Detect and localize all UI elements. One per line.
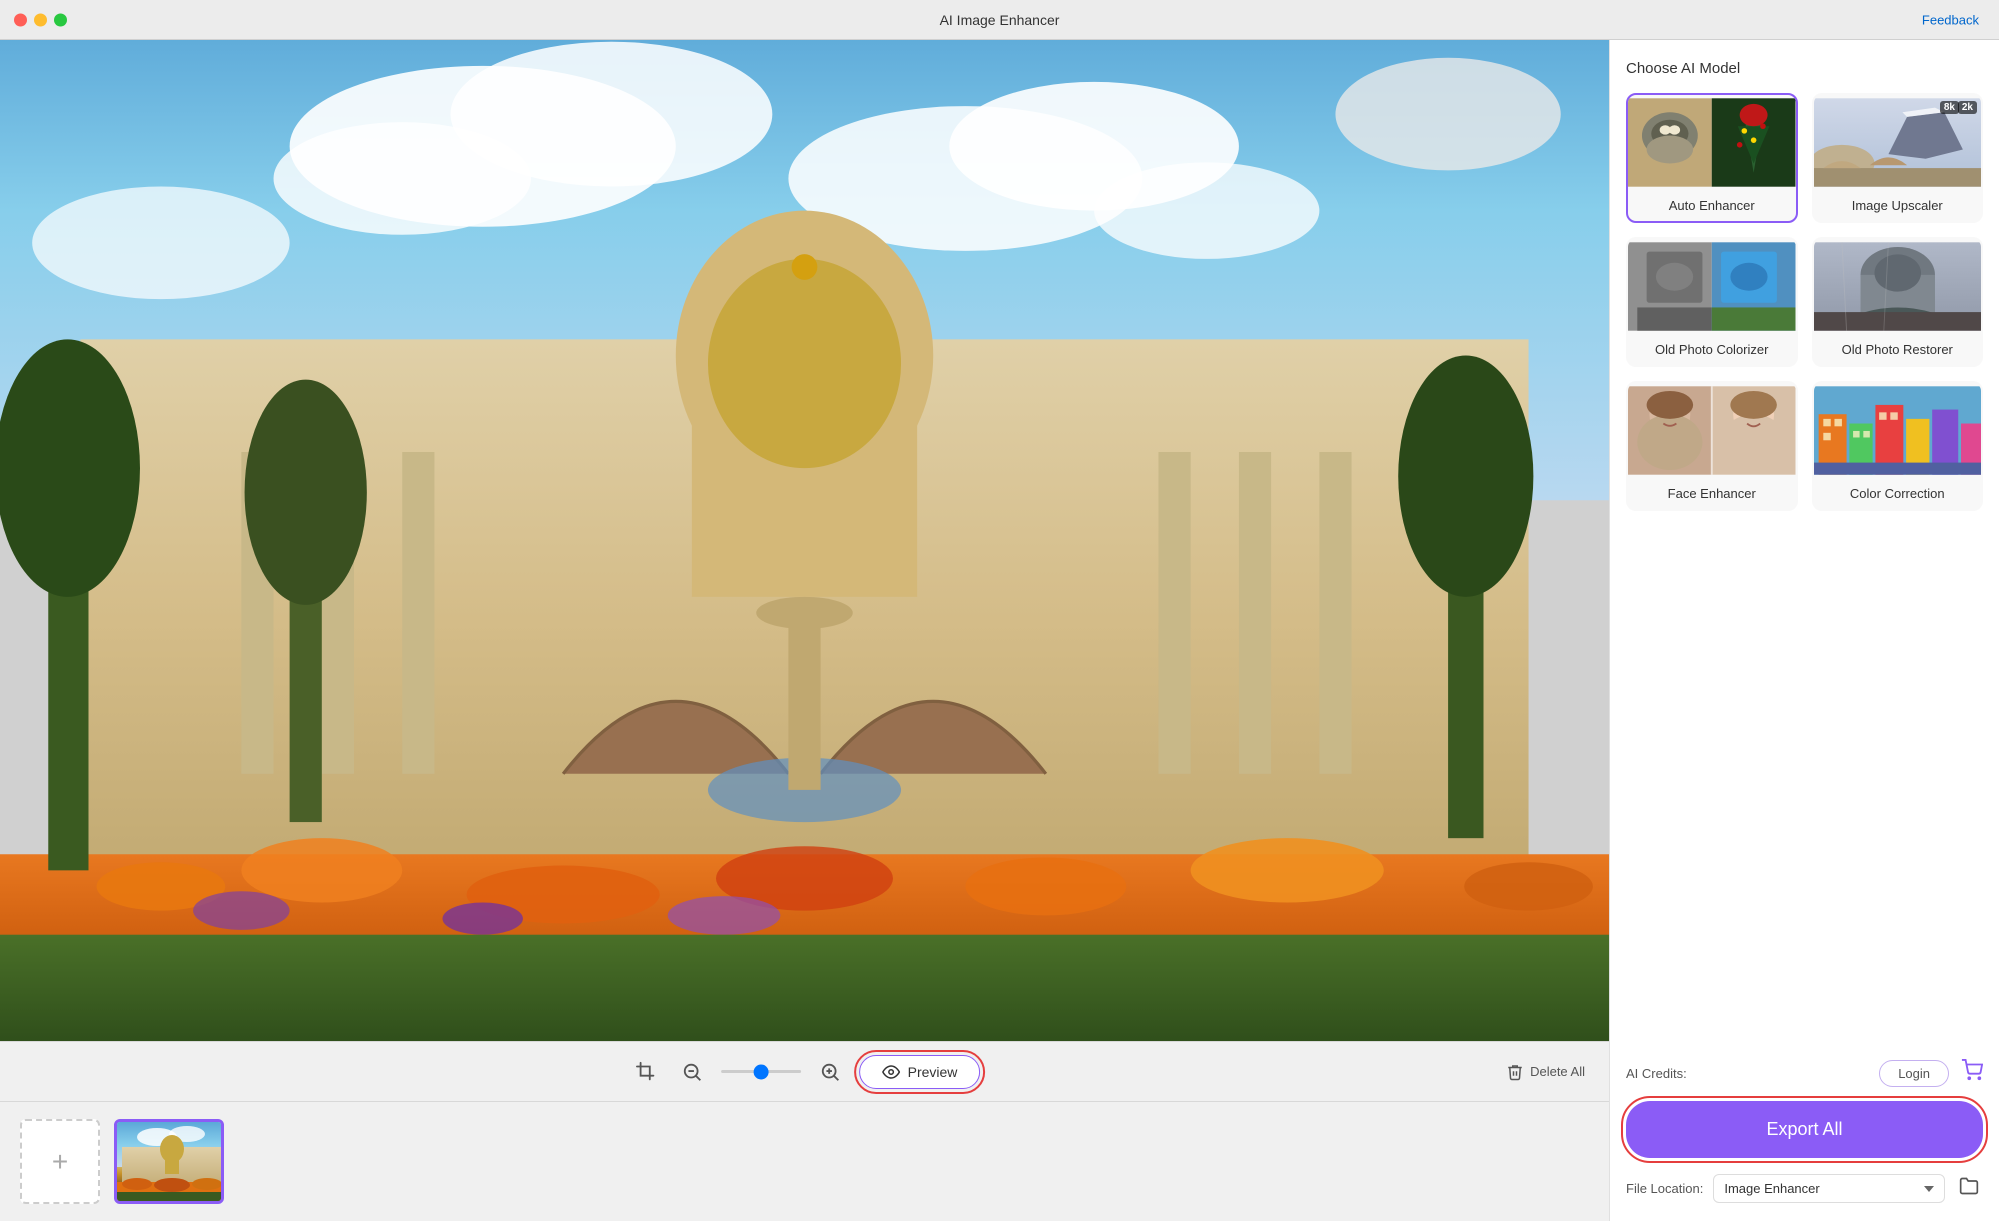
model-thumb-auto-enhancer	[1628, 95, 1796, 190]
zoom-slider[interactable]	[721, 1070, 801, 1073]
badge-2k: 2k	[1958, 101, 1977, 114]
zoom-out-button[interactable]	[675, 1055, 709, 1089]
face-enhancer-thumb-image	[1628, 383, 1796, 478]
cart-icon[interactable]	[1961, 1059, 1983, 1087]
model-card-auto-enhancer[interactable]: Auto Enhancer	[1626, 93, 1798, 223]
crop-icon	[635, 1061, 657, 1083]
model-card-color-correction[interactable]: Color Correction	[1812, 381, 1984, 511]
export-all-button[interactable]: Export All	[1626, 1101, 1983, 1158]
eye-icon	[882, 1063, 900, 1081]
toolbar: Preview Delete All	[0, 1041, 1609, 1101]
cart-svg	[1961, 1059, 1983, 1081]
colorizer-thumb-image	[1628, 239, 1796, 334]
traffic-lights	[14, 13, 67, 26]
file-location-select[interactable]: Image Enhancer Desktop Downloads Custom.…	[1713, 1174, 1945, 1203]
model-thumb-face-enhancer	[1628, 383, 1796, 478]
model-thumb-old-photo-restorer	[1814, 239, 1982, 334]
credits-label: AI Credits:	[1626, 1066, 1687, 1081]
restorer-thumb-image	[1814, 239, 1982, 334]
filmstrip: +	[0, 1101, 1609, 1221]
delete-label: Delete All	[1530, 1064, 1585, 1079]
model-thumb-old-photo-colorizer	[1628, 239, 1796, 334]
thumbnail-svg	[117, 1122, 224, 1204]
model-card-face-enhancer[interactable]: Face Enhancer	[1626, 381, 1798, 511]
model-label-auto-enhancer: Auto Enhancer	[1628, 190, 1796, 221]
add-image-button[interactable]: +	[20, 1119, 100, 1204]
title-bar: AI Image Enhancer Feedback	[0, 0, 1999, 40]
feedback-link[interactable]: Feedback	[1922, 12, 1979, 27]
model-card-old-photo-restorer[interactable]: Old Photo Restorer	[1812, 237, 1984, 367]
trash-icon	[1506, 1063, 1524, 1081]
main-layout: Preview Delete All +	[0, 40, 1999, 1221]
preview-button[interactable]: Preview	[859, 1055, 981, 1089]
login-button[interactable]: Login	[1879, 1060, 1949, 1087]
folder-icon	[1959, 1176, 1979, 1196]
canvas-area: Preview Delete All +	[0, 40, 1609, 1221]
zoom-out-icon	[681, 1061, 703, 1083]
thumbnail-image	[117, 1122, 221, 1201]
choose-model-title: Choose AI Model	[1626, 60, 1983, 77]
model-label-color-correction: Color Correction	[1814, 478, 1982, 509]
zoom-in-icon	[819, 1061, 841, 1083]
model-card-image-upscaler[interactable]: 8k 2k Image Upscaler	[1812, 93, 1984, 223]
preview-label: Preview	[908, 1064, 958, 1080]
add-icon: +	[52, 1146, 68, 1178]
browse-folder-button[interactable]	[1955, 1172, 1983, 1205]
color-correction-thumb-image	[1814, 383, 1982, 478]
close-button[interactable]	[14, 13, 27, 26]
crop-tool-button[interactable]	[629, 1055, 663, 1089]
maximize-button[interactable]	[54, 13, 67, 26]
image-canvas	[0, 40, 1609, 1041]
credits-row: AI Credits: Login	[1626, 1059, 1983, 1087]
model-label-face-enhancer: Face Enhancer	[1628, 478, 1796, 509]
main-image	[0, 40, 1609, 1041]
model-card-old-photo-colorizer[interactable]: Old Photo Colorizer	[1626, 237, 1798, 367]
spacer	[1626, 531, 1983, 1059]
app-title: AI Image Enhancer	[940, 12, 1060, 28]
model-thumb-color-correction	[1814, 383, 1982, 478]
filmstrip-thumbnail[interactable]	[114, 1119, 224, 1204]
file-location-row: File Location: Image Enhancer Desktop Do…	[1626, 1172, 1983, 1205]
toolbar-center: Preview	[629, 1055, 981, 1089]
badge-8k: 8k	[1940, 101, 1959, 114]
minimize-button[interactable]	[34, 13, 47, 26]
model-label-image-upscaler: Image Upscaler	[1814, 190, 1982, 221]
model-label-old-photo-restorer: Old Photo Restorer	[1814, 334, 1982, 365]
right-panel: Choose AI Model	[1609, 40, 1999, 1221]
delete-all-button[interactable]: Delete All	[1506, 1063, 1585, 1081]
model-label-old-photo-colorizer: Old Photo Colorizer	[1628, 334, 1796, 365]
model-grid: Auto Enhancer	[1626, 93, 1983, 511]
toolbar-right: Delete All	[1506, 1063, 1585, 1081]
zoom-in-button[interactable]	[813, 1055, 847, 1089]
auto-enhancer-thumb-image	[1628, 95, 1796, 190]
file-location-label: File Location:	[1626, 1181, 1703, 1196]
model-thumb-image-upscaler: 8k 2k	[1814, 95, 1982, 190]
